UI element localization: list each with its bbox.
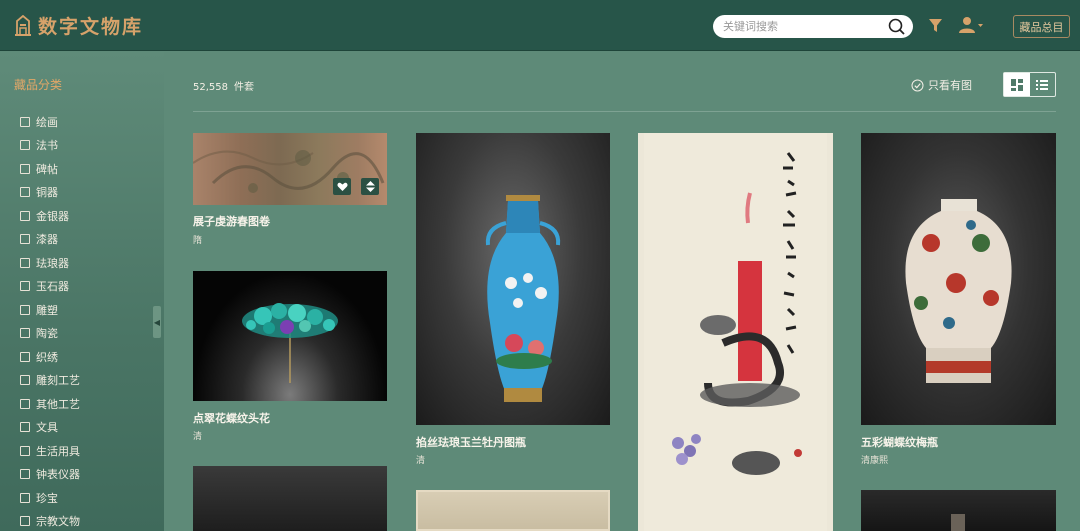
checkbox[interactable]: [20, 492, 30, 503]
hairpin-art: [242, 303, 338, 383]
wucai-vase-art: [905, 199, 1012, 383]
checkbox[interactable]: [20, 304, 30, 315]
artifact-dynasty: 清康熙: [861, 456, 889, 466]
category-item[interactable]: 碑帖: [20, 157, 80, 181]
user-menu-icon[interactable]: [958, 16, 984, 34]
category-item[interactable]: 法书: [20, 134, 80, 158]
checkbox[interactable]: [20, 234, 30, 245]
ink-painting-art: [644, 133, 827, 531]
top-header: 数字文物库 藏品总目: [0, 0, 1080, 51]
only-with-image-toggle[interactable]: 只看有图: [911, 77, 972, 93]
site-title: 数字文物库: [38, 16, 144, 38]
artifact-title[interactable]: 掐丝珐琅玉兰牡丹图瓶: [416, 434, 526, 450]
artifact-image[interactable]: [638, 133, 833, 531]
checkbox[interactable]: [20, 516, 30, 527]
checkbox[interactable]: [20, 210, 30, 221]
artifact-image[interactable]: [861, 133, 1056, 425]
checkbox[interactable]: [20, 281, 30, 292]
cloisonne-vase-art: [485, 195, 561, 402]
grid-view-icon: [1010, 78, 1023, 91]
grid-view-button[interactable]: [1004, 73, 1030, 96]
catalog-button[interactable]: 藏品总目: [1013, 15, 1070, 38]
compare-button[interactable]: [361, 178, 379, 195]
category-item[interactable]: 钟表仪器: [20, 463, 80, 487]
category-item[interactable]: 文具: [20, 416, 80, 440]
view-mode-toggle: [1003, 72, 1056, 97]
heart-icon: [336, 182, 348, 191]
category-item[interactable]: 织绣: [20, 345, 80, 369]
category-item[interactable]: 宗教文物: [20, 510, 80, 531]
checkbox[interactable]: [20, 445, 30, 456]
category-item[interactable]: 铜器: [20, 181, 80, 205]
artifact-image[interactable]: [193, 271, 387, 401]
checkbox[interactable]: [20, 469, 30, 480]
artifact-title[interactable]: 五彩蝴蝶纹梅瓶: [861, 434, 938, 450]
category-sidebar: 藏品分类 绘画 法书 碑帖 铜器 金银器 漆器 珐琅器 玉石器 雕塑 陶瓷 织绣…: [0, 52, 164, 531]
artifact-image[interactable]: [193, 133, 387, 205]
favorite-button[interactable]: [333, 178, 351, 195]
category-item[interactable]: 绘画: [20, 110, 80, 134]
checkbox[interactable]: [20, 422, 30, 433]
artifact-title[interactable]: 展子虔游春图卷: [193, 213, 270, 229]
search-input[interactable]: [723, 18, 883, 35]
toolbar-divider: [193, 111, 1056, 112]
painting-scroll-art: [193, 150, 385, 193]
checkbox[interactable]: [20, 375, 30, 386]
artifact-image[interactable]: [861, 490, 1056, 531]
chevron-left-icon: ◀: [153, 317, 161, 327]
checkbox[interactable]: [20, 351, 30, 362]
sidebar-collapse-handle[interactable]: ◀: [153, 306, 161, 338]
artifact-art: [951, 514, 965, 531]
category-item[interactable]: 雕刻工艺: [20, 369, 80, 393]
checkbox[interactable]: [20, 257, 30, 268]
artifact-dynasty: 清: [193, 432, 203, 442]
list-view-icon: [1036, 79, 1049, 90]
category-item[interactable]: 珐琅器: [20, 251, 80, 275]
filter-icon[interactable]: [928, 18, 943, 33]
checkbox[interactable]: [20, 163, 30, 174]
site-logo[interactable]: 数字文物库: [14, 12, 143, 39]
search-icon[interactable]: [888, 18, 905, 35]
search-box[interactable]: [713, 15, 913, 38]
museum-gate-icon: [15, 14, 31, 36]
checkbox[interactable]: [20, 328, 30, 339]
category-list: 绘画 法书 碑帖 铜器 金银器 漆器 珐琅器 玉石器 雕塑 陶瓷 织绣 雕刻工艺…: [20, 110, 80, 531]
artifact-image[interactable]: [416, 133, 610, 425]
artifact-dynasty: 隋: [193, 236, 203, 246]
checkbox[interactable]: [20, 398, 30, 409]
list-view-button[interactable]: [1030, 73, 1056, 96]
category-item[interactable]: 玉石器: [20, 275, 80, 299]
category-item[interactable]: 陶瓷: [20, 322, 80, 346]
check-circle-icon: [911, 79, 924, 91]
sort-updown-icon: [365, 181, 375, 192]
checkbox[interactable]: [20, 187, 30, 198]
artifact-image[interactable]: [416, 490, 610, 531]
category-item[interactable]: 漆器: [20, 228, 80, 252]
category-item[interactable]: 生活用具: [20, 439, 80, 463]
checkbox[interactable]: [20, 140, 30, 151]
artifact-title[interactable]: 点翠花蝶纹头花: [193, 410, 270, 426]
category-item[interactable]: 金银器: [20, 204, 80, 228]
artifact-image[interactable]: [193, 466, 387, 531]
result-count: 52,558 件套: [193, 82, 254, 93]
category-item[interactable]: 雕塑: [20, 298, 80, 322]
sidebar-title: 藏品分类: [14, 78, 63, 92]
checkbox[interactable]: [20, 116, 30, 127]
category-item[interactable]: 其他工艺: [20, 392, 80, 416]
artifact-dynasty: 清: [416, 456, 426, 466]
category-item[interactable]: 珍宝: [20, 486, 80, 510]
